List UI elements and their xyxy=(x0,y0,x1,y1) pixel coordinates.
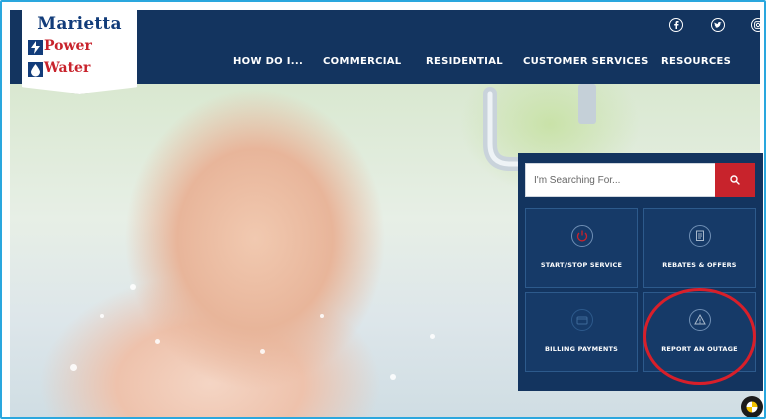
accessibility-widget-icon[interactable] xyxy=(741,396,763,417)
alert-icon xyxy=(688,309,711,331)
marietta-power-water-logo[interactable]: Marietta Power Water xyxy=(22,10,137,94)
browser-frame: Marietta Power Water HOW DO I... COMMERC… xyxy=(0,0,766,419)
tile-rebates-offers[interactable]: REBATES & OFFERS xyxy=(643,208,756,288)
nav-residential[interactable]: RESIDENTIAL xyxy=(426,56,503,70)
instagram-icon[interactable] xyxy=(751,18,764,32)
tile-label: START/STOP SERVICE xyxy=(540,261,623,269)
payment-icon xyxy=(570,309,593,331)
water-splash xyxy=(430,334,435,339)
tile-start-stop-service[interactable]: START/STOP SERVICE xyxy=(525,208,638,288)
logo-power: Power xyxy=(44,38,92,54)
water-splash xyxy=(390,374,396,380)
water-splash xyxy=(320,314,324,318)
water-splash xyxy=(260,349,265,354)
logo-title: Marietta xyxy=(37,14,122,34)
water-splash xyxy=(70,364,77,371)
tile-report-an-outage[interactable]: REPORT AN OUTAGE xyxy=(643,292,756,372)
search-button[interactable] xyxy=(715,163,755,197)
search-icon xyxy=(730,175,740,185)
nav-how-do-i[interactable]: HOW DO I... xyxy=(233,56,303,70)
nav-resources[interactable]: RESOURCES xyxy=(661,56,731,70)
tile-label: REBATES & OFFERS xyxy=(662,261,737,269)
twitter-icon[interactable] xyxy=(711,18,725,32)
power-icon xyxy=(570,225,593,247)
water-splash xyxy=(100,314,104,318)
tile-label: BILLING PAYMENTS xyxy=(544,345,619,353)
nav-customer-services[interactable]: CUSTOMER SERVICES xyxy=(523,56,649,70)
water-splash xyxy=(130,284,136,290)
lightning-bolt-icon xyxy=(28,40,43,55)
water-drop-icon xyxy=(28,62,43,77)
facebook-icon[interactable] xyxy=(669,18,683,32)
search-input[interactable] xyxy=(534,164,709,196)
water-splash xyxy=(155,339,160,344)
logo-water: Water xyxy=(44,60,91,76)
tile-billing-payments[interactable]: BILLING PAYMENTS xyxy=(525,292,638,372)
tile-label: REPORT AN OUTAGE xyxy=(661,345,738,353)
nav-commercial[interactable]: COMMERCIAL xyxy=(323,56,401,70)
document-icon xyxy=(688,225,711,247)
